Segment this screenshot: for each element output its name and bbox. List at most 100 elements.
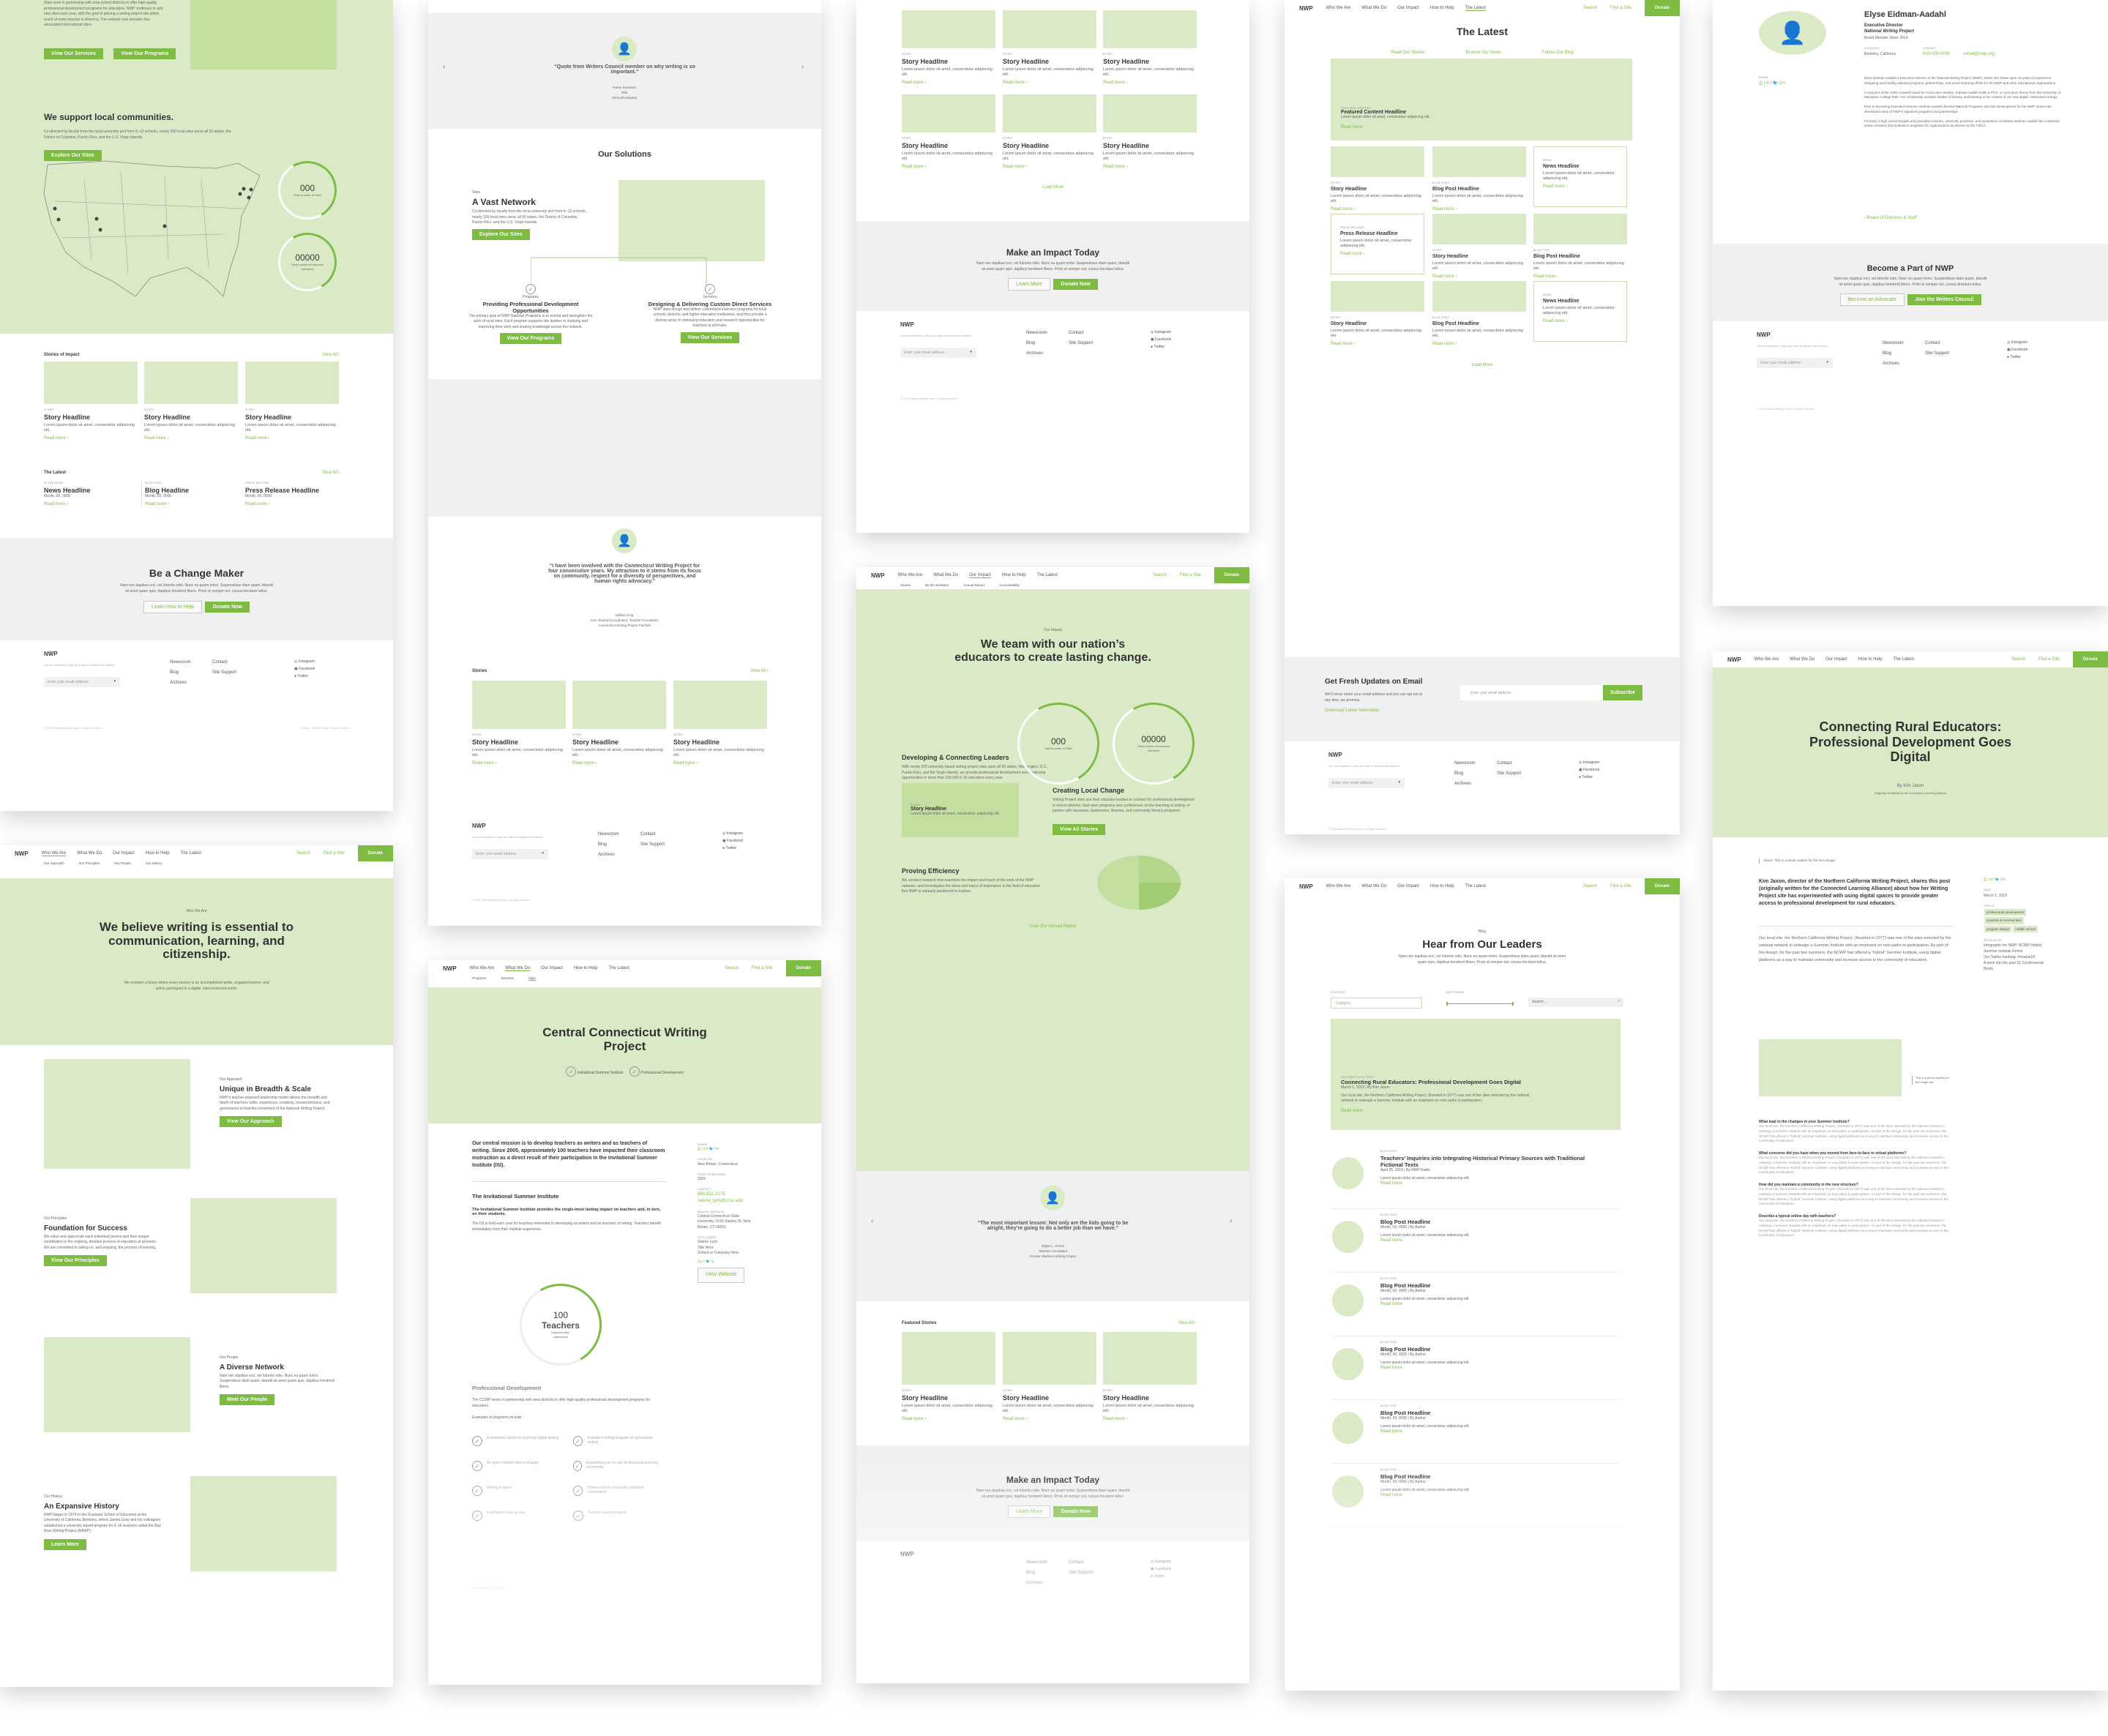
blog-post-row[interactable]: BLOG POST Blog Post Headline Month, 00, 00… bbox=[1331, 1273, 1621, 1336]
check-icon: ✓ bbox=[526, 284, 536, 294]
topic-tag[interactable]: program design bbox=[1984, 925, 2012, 932]
latest-card[interactable]: STORY Story Headline Lorem ipsum dolor sit… bbox=[1331, 146, 1424, 212]
learn-more-button[interactable]: Learn More bbox=[1008, 278, 1050, 291]
featured-blog-card[interactable]: FEATURED BLOG POST Connecting Rural Educa… bbox=[1331, 1019, 1621, 1130]
become-advocate-button[interactable]: Become an Advocate bbox=[1839, 293, 1905, 306]
footer-email-input[interactable]: Enter your email address bbox=[472, 849, 548, 859]
story-card[interactable]: STORY Story Headline Lorem ipsum dolor sit… bbox=[1003, 10, 1096, 85]
check-icon: ✓ bbox=[573, 1511, 583, 1521]
story-card[interactable]: STORY Story Headline Lorem ipsum dolor sit… bbox=[673, 681, 767, 766]
intro-text: Sites work in partnership with area scho… bbox=[44, 1, 163, 27]
topic-tag[interactable]: professional development bbox=[1984, 909, 2027, 916]
latest-card[interactable]: BLOG POST Blog Post Headline Lorem ipsum d… bbox=[1432, 146, 1526, 212]
category-select[interactable]: Category bbox=[1331, 998, 1422, 1009]
story-card[interactable]: STORY Story Headline Lorem ipsum dolor sit… bbox=[1103, 94, 1197, 169]
view-all-stories-button[interactable]: View All Stories bbox=[1053, 824, 1106, 835]
blog-post-row[interactable]: BLOG POST Blog Post Headline Month, 00, 00… bbox=[1331, 1336, 1621, 1400]
story-card[interactable]: STORY Story Headline Lorem ipsum dolor sit… bbox=[902, 94, 995, 169]
section-image bbox=[190, 1476, 337, 1571]
latest-card[interactable]: BLOG POST Blog Post Headline Lorem ipsum d… bbox=[1432, 281, 1526, 346]
learn-how-button[interactable]: Learn How to Help bbox=[143, 601, 203, 613]
story-card[interactable]: STORY Story Headline Lorem ipsum dolor sit… bbox=[472, 681, 566, 766]
twitter-icon[interactable]: ● Twitter bbox=[294, 673, 315, 680]
page-title: Central Connecticut Writing Project bbox=[542, 1025, 707, 1053]
story-card[interactable]: STORY Story Headline Lorem ipsum dolor sit… bbox=[1003, 1332, 1096, 1421]
view-programs-button[interactable]: View Our Programs bbox=[113, 48, 176, 59]
prev-arrow-icon[interactable]: ‹ bbox=[871, 1217, 873, 1225]
story-card[interactable]: STORY Story Headline Lorem ipsum dolor sit… bbox=[902, 10, 995, 85]
intro-image bbox=[190, 0, 337, 70]
featured-content-card[interactable]: FEATURED CONTENT Featured Content Headlin… bbox=[1331, 59, 1632, 141]
page-title: Hear from Our Leaders bbox=[1422, 938, 1542, 951]
latest-card[interactable]: STORY Story Headline Lorem ipsum dolor sit… bbox=[1331, 281, 1424, 346]
latest-card[interactable]: NEWS News Headline Lorem ipsum dolor sit a… bbox=[1533, 146, 1627, 207]
search-input[interactable]: Search... bbox=[1528, 998, 1623, 1007]
topic-tag[interactable]: students & communities bbox=[1984, 917, 2024, 924]
latest-card[interactable]: PRESS RELEASE Press Release Headline Lorem… bbox=[1331, 214, 1424, 274]
search-icon[interactable]: ⌕ bbox=[1618, 999, 1620, 1004]
next-arrow-icon[interactable]: › bbox=[1230, 1217, 1232, 1225]
story-card[interactable]: STORY Story Headline Lorem ipsum dolor sit… bbox=[1003, 94, 1096, 169]
blog-page: NWP Who We Are What We Do Our Impact How to … bbox=[1285, 878, 1680, 1691]
join-writers-council-button[interactable]: Join the Writers Council bbox=[1907, 294, 1981, 305]
view-services-button[interactable]: View Our Services bbox=[680, 332, 740, 343]
explore-sites-button[interactable]: Explore Our Sites bbox=[472, 229, 530, 240]
annual-report-link[interactable]: View Our Annual Report bbox=[856, 924, 1249, 929]
blog-post-row[interactable]: BLOG POST Blog Post Headline Month, 00, 00… bbox=[1331, 1464, 1621, 1527]
view-programs-button[interactable]: View Our Programs bbox=[499, 333, 562, 344]
footer: NWP Join our newsletter to stay up to dat… bbox=[0, 640, 393, 736]
share-icons[interactable]: ⎙ | ✉ f 🐦 G+ bbox=[698, 1147, 756, 1153]
program-item: ✓ Home-school-community academic connecti… bbox=[573, 1486, 661, 1496]
blog-post-row[interactable]: BLOG POST Blog Post Headline Month, 00, 00… bbox=[1331, 1400, 1621, 1464]
bio-page: 👤 Elyse Eidman-Aadahl Executive Director… bbox=[1713, 0, 2108, 606]
story-card[interactable]: STORY Story Headline Lorem ipsum dolor sit… bbox=[1103, 1332, 1197, 1421]
story-card[interactable]: STORY Story Headline Lorem ipsum dolor sit… bbox=[572, 681, 666, 766]
the-latest-page: NWP Who We Are What We Do Our Impact How to … bbox=[1285, 0, 1680, 834]
story-card[interactable]: STORY Story Headline Lorem ipsum dolor sit… bbox=[902, 1332, 995, 1421]
load-more-link[interactable]: Load More bbox=[856, 185, 1249, 190]
facebook-icon[interactable]: ▣ Facebook bbox=[294, 665, 315, 673]
latest-card[interactable]: STORY Story Headline Lorem ipsum dolor sit… bbox=[1432, 214, 1526, 279]
quote-text: “I have been involved with the Connectic… bbox=[548, 564, 701, 584]
check-icon: ✓ bbox=[472, 1461, 482, 1471]
latest-card[interactable]: NEWS News Headline Lorem ipsum dolor sit a… bbox=[1533, 281, 1627, 342]
prev-arrow-icon[interactable]: ‹ bbox=[443, 63, 445, 71]
story-card[interactable]: STORY Story Headline Lorem ipsum dolor sit… bbox=[144, 362, 238, 441]
quote-attribution: Name Surname Title School/Company bbox=[611, 86, 638, 100]
stories-page: STORY Story Headline Lorem ipsum dolor sit… bbox=[856, 0, 1249, 533]
subscribe-button[interactable]: Subscribe bbox=[1603, 685, 1642, 700]
next-arrow-icon[interactable]: › bbox=[801, 63, 804, 71]
check-icon: ✓ bbox=[472, 1486, 482, 1496]
back-link[interactable]: ‹ Board of Directors & Staff bbox=[1864, 216, 1917, 220]
view-all-latest-link[interactable]: View All › bbox=[322, 471, 340, 475]
share-icons[interactable]: ⎙ | ✉ f 🐦 G+ bbox=[1759, 81, 1785, 86]
story-card[interactable]: STORY Story Headline Lorem ipsum dolor sit… bbox=[44, 362, 138, 441]
donate-now-button[interactable]: Donate Now bbox=[1053, 279, 1098, 290]
pie-chart bbox=[1097, 856, 1181, 910]
share-icons[interactable]: ⎙ | ✉ f 🐦 G+ bbox=[1984, 877, 2049, 883]
view-website-button[interactable]: View Website bbox=[698, 1268, 745, 1283]
email-input[interactable]: Enter your email address bbox=[1460, 685, 1603, 700]
latest-card[interactable]: BLOG POST Blog Post Headline Lorem ipsum d… bbox=[1533, 214, 1627, 279]
person-avatar-icon: 👤 bbox=[612, 528, 637, 553]
view-services-button[interactable]: View Our Services bbox=[44, 48, 103, 59]
services-block: ✓ Services Designing & Delivering Custom D… bbox=[648, 282, 772, 343]
blog-post-row[interactable]: BLOG POST Blog Post Headline Month, 00, 00… bbox=[1331, 1209, 1621, 1273]
instagram-icon[interactable]: ◎ Instagram bbox=[294, 658, 315, 665]
donate-now-button[interactable]: Donate Now bbox=[205, 602, 250, 613]
topic-tag[interactable]: middle school bbox=[2013, 925, 2038, 932]
story-card[interactable]: STORY Story Headline Lorem ipsum dolor sit… bbox=[1103, 10, 1197, 85]
view-all-stories-link[interactable]: View All › bbox=[322, 353, 340, 357]
footer-email-input[interactable]: Enter your email address bbox=[44, 677, 120, 687]
program-item: ✓ Teacher inquiry projects bbox=[573, 1511, 661, 1521]
donate-button[interactable]: Donate bbox=[1214, 567, 1249, 583]
latest-item[interactable]: IN THE NEWS News Headline Month, 00, 0000 R… bbox=[44, 482, 132, 506]
latest-item[interactable]: BLOG POST Blog Headline Month, 00, 0000 Rea… bbox=[141, 482, 229, 506]
blog-post-row[interactable]: BLOG POST Teachers’ Inquiries into Integr… bbox=[1331, 1145, 1621, 1209]
latest-item[interactable]: PRESS RELEASE Press Release Headline Month… bbox=[245, 482, 340, 506]
date-range-slider[interactable] bbox=[1446, 1002, 1514, 1006]
story-card[interactable]: STORY Story Headline Lorem ipsum dolor sit… bbox=[245, 362, 339, 441]
us-map bbox=[43, 160, 261, 297]
footer: NWP Join our newsletter to stay up to dat… bbox=[856, 311, 1249, 406]
featured-story-card[interactable]: STORY Story Headline Lorem ipsum dolor sit… bbox=[902, 783, 1019, 837]
